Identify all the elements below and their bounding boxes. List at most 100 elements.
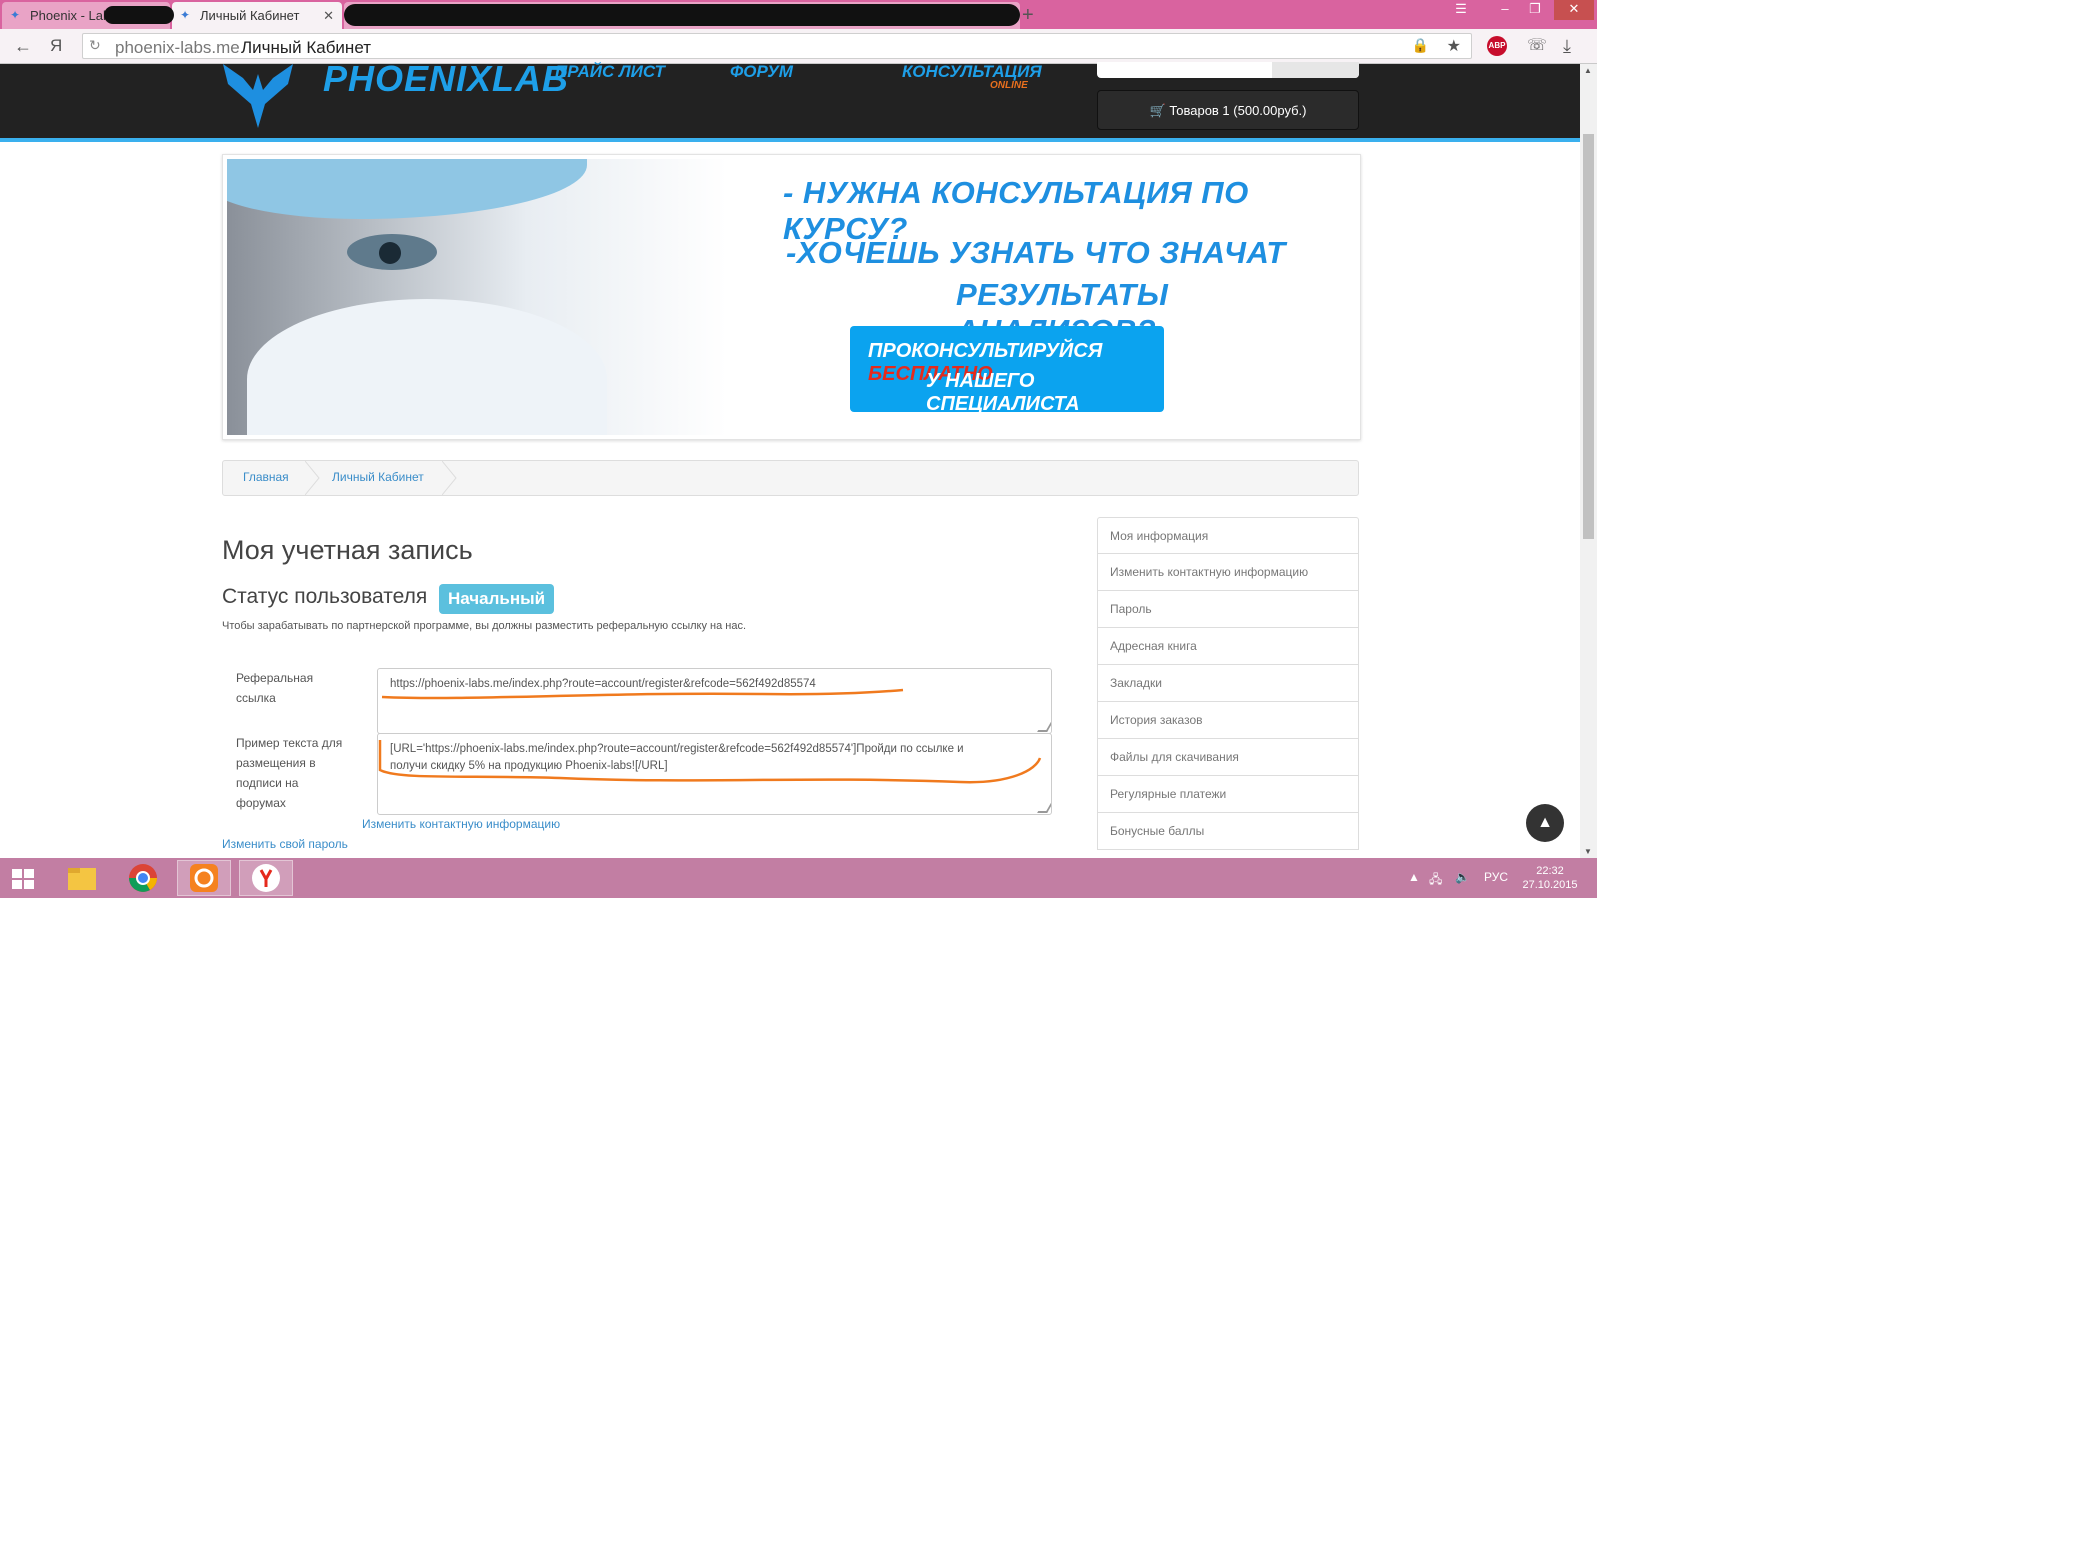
- sidebar-item-password[interactable]: Пароль: [1097, 591, 1359, 628]
- change-password-link[interactable]: Изменить свой пароль: [222, 837, 348, 851]
- resize-grip-icon[interactable]: [1037, 803, 1051, 813]
- windows-start-icon[interactable]: [12, 869, 34, 889]
- cart-button[interactable]: 🛒 Товаров 1 (500.00руб.): [1097, 90, 1359, 130]
- reload-icon[interactable]: ↻: [89, 37, 101, 54]
- back-arrow-icon[interactable]: ←: [14, 34, 32, 58]
- tab-personal-cabinet[interactable]: ✦ Личный Кабинет ✕: [172, 2, 342, 29]
- download-icon[interactable]: ⤓: [1563, 34, 1571, 58]
- uc-browser-icon: [190, 864, 218, 892]
- volume-icon[interactable]: 🔈: [1455, 870, 1470, 884]
- page-scrollbar[interactable]: ▲ ▼: [1580, 64, 1597, 858]
- label-line: ссылка: [236, 691, 276, 705]
- tab-close-icon[interactable]: ✕: [323, 2, 334, 29]
- banner-line-2: -ХОЧЕШЬ УЗНАТЬ ЧТО ЗНАЧАТ: [786, 235, 1286, 270]
- phoenix-favicon-icon: ✦: [10, 8, 21, 22]
- referral-link-field[interactable]: https://phoenix-labs.me/index.php?route=…: [377, 668, 1052, 734]
- nav-consultation[interactable]: КОНСУЛЬТАЦИЯ: [902, 62, 1042, 82]
- breadcrumb-separator-icon: [305, 461, 320, 495]
- yandex-browser-taskbar-button[interactable]: [239, 860, 293, 896]
- taskbar-clock[interactable]: 22:32 27.10.2015: [1505, 864, 1595, 892]
- cta-line-2: У НАШЕГО СПЕЦИАЛИСТА: [926, 370, 1080, 415]
- yandex-browser-icon: [252, 864, 280, 892]
- chrome-taskbar-button[interactable]: [116, 860, 170, 896]
- label-line: Реферальная: [236, 671, 314, 685]
- chrome-icon: [129, 864, 157, 892]
- sidebar-item-recurring-payments[interactable]: Регулярные платежи: [1097, 776, 1359, 813]
- lock-icon[interactable]: 🔒: [1412, 37, 1429, 54]
- browser-tab-strip: ✦ Phoenix - Labs ✦ Личный Кабинет ✕ + ☰ …: [0, 0, 1597, 29]
- referral-link-value: https://phoenix-labs.me/index.php?route=…: [390, 678, 816, 690]
- scroll-up-arrow-icon[interactable]: ▲: [1584, 66, 1592, 75]
- chevron-up-icon: ▲: [1537, 814, 1553, 831]
- new-tab-icon[interactable]: +: [1022, 2, 1034, 29]
- clock-date: 27.10.2015: [1522, 879, 1578, 891]
- address-bar[interactable]: ↻ phoenix-labs.me Личный Кабинет 🔒 ★: [82, 33, 1472, 59]
- restore-icon[interactable]: ❐: [1520, 0, 1550, 20]
- sidebar-item-my-info[interactable]: Моя информация: [1097, 517, 1359, 554]
- eye: [347, 234, 437, 270]
- scroll-down-arrow-icon[interactable]: ▼: [1584, 847, 1592, 856]
- breadcrumb-separator-icon: [442, 461, 457, 495]
- tab-label: Личный Кабинет: [200, 8, 300, 23]
- referral-hint: Чтобы зарабатывать по партнерской програ…: [222, 620, 747, 632]
- label-line: форумах: [236, 796, 286, 810]
- surgical-cap: [227, 159, 587, 219]
- forum-sample-line-2: получи скидку 5% на продукцию Phoenix-la…: [390, 760, 668, 772]
- surgical-mask: [247, 299, 607, 435]
- yandex-icon[interactable]: Я: [50, 34, 62, 58]
- extension-icon[interactable]: ☏: [1527, 34, 1547, 58]
- promo-banner[interactable]: - НУЖНА КОНСУЛЬТАЦИЯ ПО КУРСУ? -ХОЧЕШЬ У…: [222, 154, 1361, 440]
- url-page-title: Личный Кабинет: [241, 38, 371, 57]
- user-status-label: Статус пользователя: [222, 585, 428, 608]
- sidebar-item-address-book[interactable]: Адресная книга: [1097, 628, 1359, 665]
- account-sidebar: Моя информация Изменить контактную инфор…: [1097, 517, 1359, 850]
- sidebar-item-downloads[interactable]: Файлы для скачивания: [1097, 739, 1359, 776]
- nav-forum[interactable]: ФОРУМ: [730, 62, 793, 82]
- nav-price-list[interactable]: ПРАЙС ЛИСТ: [555, 62, 665, 82]
- logo-text[interactable]: PHOENIXLAB: [323, 58, 569, 100]
- url-domain: phoenix-labs.me: [115, 38, 240, 57]
- minimize-icon[interactable]: ‒: [1490, 0, 1520, 20]
- tray-chevron-up-icon[interactable]: ▲: [1408, 870, 1420, 884]
- cart-icon: 🛒: [1149, 103, 1166, 118]
- sidebar-item-edit-contact[interactable]: Изменить контактную информацию: [1097, 554, 1359, 591]
- scrollbar-thumb[interactable]: [1583, 134, 1594, 539]
- breadcrumb-home[interactable]: Главная: [243, 470, 289, 484]
- sidebar-item-bonus-points[interactable]: Бонусные баллы: [1097, 813, 1359, 850]
- adblock-plus-icon[interactable]: ABP: [1487, 36, 1507, 56]
- screenshot: ✦ Phoenix - Labs ✦ Личный Кабинет ✕ + ☰ …: [0, 0, 1597, 898]
- page-title: Моя учетная запись: [222, 535, 473, 565]
- close-window-icon[interactable]: ✕: [1554, 0, 1594, 20]
- scroll-to-top-button[interactable]: ▲: [1526, 804, 1564, 842]
- sidebar-item-bookmarks[interactable]: Закладки: [1097, 665, 1359, 702]
- referral-link-label: Реферальная ссылка: [236, 668, 313, 708]
- forum-sample-field[interactable]: [URL='https://phoenix-labs.me/index.php?…: [377, 733, 1052, 815]
- breadcrumb-personal-cabinet[interactable]: Личный Кабинет: [332, 470, 424, 484]
- label-line: подписи на: [236, 776, 299, 790]
- edit-contact-link[interactable]: Изменить контактную информацию: [362, 817, 560, 831]
- phoenix-logo-icon[interactable]: [223, 64, 293, 128]
- redaction-scribble: [344, 4, 1020, 26]
- network-icon[interactable]: 🖧: [1429, 870, 1442, 891]
- menu-icon[interactable]: ☰: [1446, 0, 1476, 20]
- cta-text: ПРОКОНСУЛЬТИРУЙСЯ: [868, 340, 1103, 362]
- phoenix-favicon-icon: ✦: [180, 8, 191, 22]
- breadcrumb: Главная Личный Кабинет: [222, 460, 1359, 496]
- search-button[interactable]: [1272, 62, 1359, 78]
- bookmark-star-icon[interactable]: ★: [1447, 36, 1461, 56]
- folder-icon: [68, 868, 96, 890]
- windows-taskbar: ▲ 🖧 🔈 РУС 22:32 27.10.2015: [0, 858, 1597, 898]
- resize-grip-icon[interactable]: [1037, 722, 1051, 732]
- label-line: Пример текста для: [236, 736, 343, 750]
- consult-cta-button[interactable]: ПРОКОНСУЛЬТИРУЙСЯ БЕСПЛАТНО У НАШЕГО СПЕ…: [850, 326, 1164, 415]
- uc-browser-taskbar-button[interactable]: [177, 860, 231, 896]
- label-line: размещения в: [236, 756, 316, 770]
- file-explorer-taskbar-button[interactable]: [54, 860, 108, 896]
- redaction-scribble: [104, 6, 174, 24]
- doctor-photo: [227, 159, 727, 435]
- site-header: PHOENIXLAB ПРАЙС ЛИСТ ФОРУМ КОНСУЛЬТАЦИЯ…: [0, 58, 1580, 142]
- status-badge: Начальный: [439, 584, 555, 614]
- forum-sample-label: Пример текста для размещения в подписи н…: [236, 733, 342, 813]
- browser-toolbar: ← Я ↻ phoenix-labs.me Личный Кабинет 🔒 ★…: [0, 29, 1597, 64]
- sidebar-item-order-history[interactable]: История заказов: [1097, 702, 1359, 739]
